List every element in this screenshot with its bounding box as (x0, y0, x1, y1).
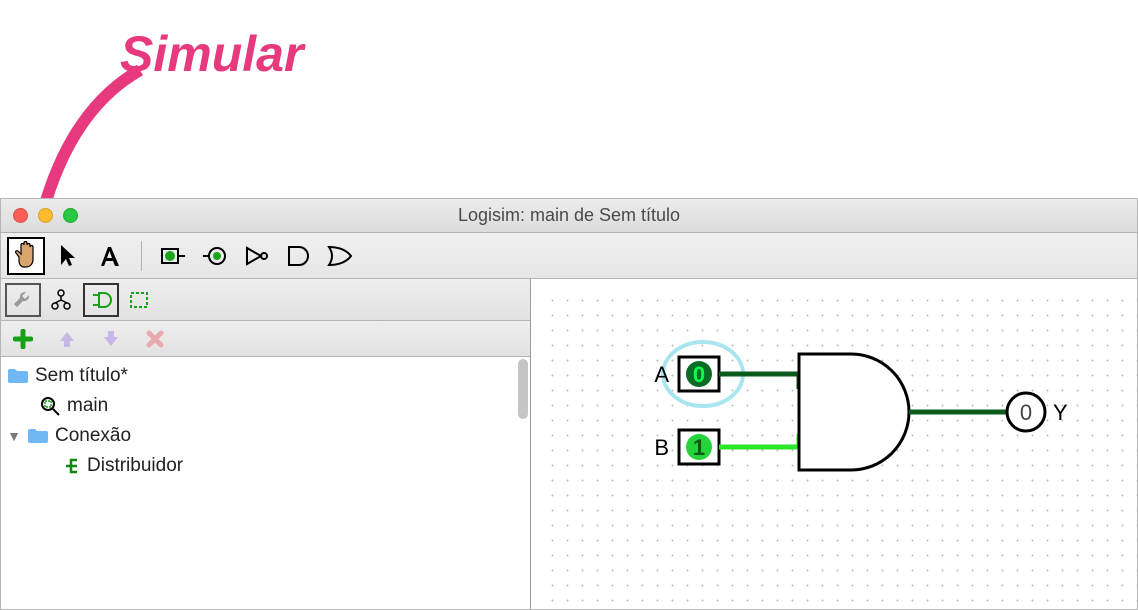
select-tool-button[interactable] (49, 237, 87, 275)
svg-text:1: 1 (693, 435, 705, 460)
project-tree[interactable]: Sem título* main ▼ Conexão (1, 357, 530, 609)
window-maximize-button[interactable] (63, 208, 78, 223)
tree-library-label: Conexão (55, 425, 131, 447)
tree-circuit-row[interactable]: main (1, 391, 530, 421)
wire-a[interactable] (719, 374, 799, 389)
delete-button[interactable] (137, 322, 173, 356)
layout-view-icon (127, 289, 151, 311)
annotation-label: Simular (120, 25, 303, 83)
not-gate-button[interactable] (238, 237, 276, 275)
titlebar: Logisim: main de Sem título (1, 199, 1137, 233)
or-gate-button[interactable] (322, 237, 360, 275)
project-toolbar-2 (1, 321, 530, 357)
window-close-button[interactable] (13, 208, 28, 223)
tree-component-row[interactable]: Distribuidor (1, 451, 530, 481)
x-icon (146, 330, 164, 348)
plus-icon (13, 329, 33, 349)
disclosure-triangle-icon[interactable]: ▼ (7, 428, 21, 444)
arrow-up-icon (57, 329, 77, 349)
output-pin-icon (201, 245, 229, 267)
and-gate-icon (285, 244, 313, 268)
svg-text:0: 0 (1020, 400, 1032, 425)
traffic-lights (13, 208, 78, 223)
cursor-icon (58, 243, 78, 269)
not-gate-icon (243, 245, 271, 267)
left-panel: Sem título* main ▼ Conexão (1, 279, 531, 609)
input-a-label: A (654, 362, 669, 387)
move-up-button[interactable] (49, 322, 85, 356)
and-gate[interactable] (799, 354, 909, 470)
input-pin-icon (159, 245, 187, 267)
hierarchy-button[interactable] (43, 283, 79, 317)
input-a-pin[interactable]: 0 (679, 357, 719, 391)
add-circuit-button[interactable] (5, 322, 41, 356)
circuit-view-icon (89, 289, 113, 311)
output-pin-button[interactable] (196, 237, 234, 275)
wrench-icon (12, 289, 34, 311)
view-circuit-button[interactable] (83, 283, 119, 317)
output-y-label: Y (1053, 400, 1068, 425)
svg-text:0: 0 (693, 362, 705, 387)
or-gate-icon (326, 244, 356, 268)
magnifier-circuit-icon (39, 395, 61, 417)
input-pin-button[interactable] (154, 237, 192, 275)
scrollbar-thumb[interactable] (518, 359, 528, 419)
project-toolbar (1, 279, 530, 321)
splitter-icon (63, 456, 81, 476)
move-down-button[interactable] (93, 322, 129, 356)
wrench-button[interactable] (5, 283, 41, 317)
folder-icon (27, 428, 49, 444)
tree-library-row[interactable]: ▼ Conexão (1, 421, 530, 451)
input-b-pin[interactable]: 1 (679, 430, 719, 464)
main-toolbar (1, 233, 1137, 279)
wire-b[interactable] (719, 434, 799, 447)
view-layout-button[interactable] (121, 283, 157, 317)
output-y-pin[interactable]: 0 (1007, 393, 1045, 431)
tree-circuit-label: main (67, 395, 108, 417)
tree-icon (49, 288, 73, 312)
tree-component-label: Distribuidor (87, 455, 183, 477)
circuit-scene: A 0 B 1 (531, 279, 1138, 610)
tree-project-row[interactable]: Sem título* (1, 361, 530, 391)
window-minimize-button[interactable] (38, 208, 53, 223)
body-area: Sem título* main ▼ Conexão (1, 279, 1137, 609)
arrow-down-icon (101, 329, 121, 349)
input-b-label: B (654, 435, 669, 460)
tree-project-label: Sem título* (35, 365, 128, 387)
circuit-canvas[interactable]: A 0 B 1 (531, 279, 1137, 609)
window-title: Logisim: main de Sem título (1, 205, 1137, 226)
folder-icon (7, 368, 29, 384)
and-gate-button[interactable] (280, 237, 318, 275)
poke-tool-button[interactable] (7, 237, 45, 275)
text-tool-button[interactable] (91, 237, 129, 275)
app-window: Logisim: main de Sem título (0, 198, 1138, 610)
text-a-icon (97, 244, 123, 268)
hand-icon (13, 241, 39, 271)
toolbar-separator (141, 241, 142, 271)
